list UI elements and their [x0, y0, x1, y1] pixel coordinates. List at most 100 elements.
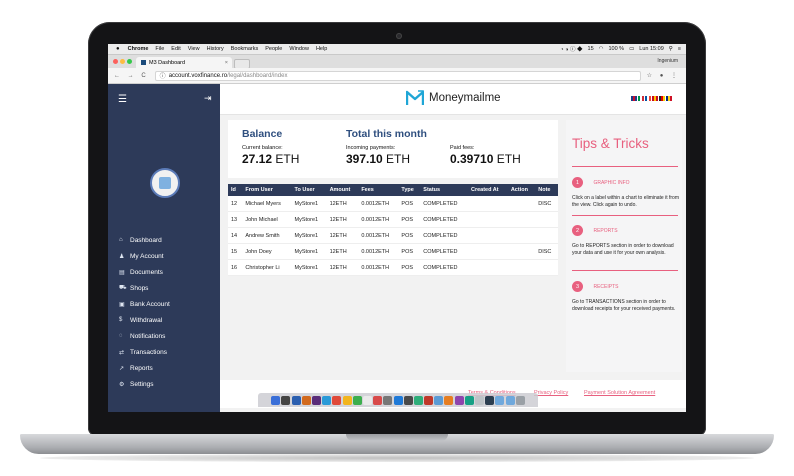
cell-action[interactable]: [507, 196, 536, 212]
menu-file[interactable]: File: [155, 46, 164, 52]
sidebar-item-reports[interactable]: ↗ Reports: [119, 360, 170, 376]
app-icon[interactable]: [393, 395, 403, 405]
table-row[interactable]: 12 Michael Myers MyStore1 12ETH 0.0012ET…: [228, 196, 558, 212]
cell-action[interactable]: [507, 227, 536, 244]
app-icon[interactable]: [352, 395, 362, 405]
flag-germany-icon[interactable]: [659, 96, 665, 101]
zoom-window-button[interactable]: [127, 59, 132, 64]
app-icon[interactable]: [434, 395, 444, 405]
finder-icon[interactable]: [271, 395, 281, 405]
minimize-window-button[interactable]: [120, 59, 125, 64]
menu-people[interactable]: People: [265, 46, 282, 52]
cell-from-user: John Michael: [242, 211, 292, 228]
app-icon[interactable]: [475, 395, 484, 405]
app-icon[interactable]: [454, 395, 464, 405]
cell-action[interactable]: [507, 243, 536, 260]
trash-icon[interactable]: [515, 395, 525, 405]
wifi-icon[interactable]: ◠: [599, 46, 604, 52]
flag-spain-icon[interactable]: [652, 96, 658, 101]
menu-bookmarks[interactable]: Bookmarks: [231, 46, 259, 52]
folder-icon[interactable]: [505, 395, 515, 405]
sidebar-item-transactions[interactable]: ⇄ Transactions: [119, 344, 170, 360]
app-icon[interactable]: [485, 395, 495, 405]
menu-view[interactable]: View: [188, 46, 200, 52]
column-type[interactable]: Type: [398, 184, 421, 196]
table-row[interactable]: 16 Christopher Li MyStore1 12ETH 0.0012E…: [228, 259, 558, 276]
column-created-at[interactable]: Created At: [467, 184, 508, 196]
profile-name[interactable]: Ingenium: [657, 58, 678, 64]
tab-close-icon[interactable]: ×: [225, 60, 228, 66]
column-status[interactable]: Status: [420, 184, 468, 196]
laptop-notch: [346, 434, 448, 441]
privacy-link[interactable]: Privacy Policy: [534, 390, 568, 396]
app-icon[interactable]: [362, 395, 372, 405]
app-icon[interactable]: [301, 395, 311, 405]
menu-icon[interactable]: ☰: [118, 94, 127, 105]
sidebar-item-documents[interactable]: ▤ Documents: [119, 264, 170, 280]
payment-agreement-link[interactable]: Payment Solution Agreement: [584, 390, 655, 396]
column-fees[interactable]: Fees: [358, 184, 399, 196]
notification-center-icon[interactable]: ≡: [678, 46, 681, 52]
app-icon[interactable]: [322, 395, 332, 405]
app-icon[interactable]: [291, 395, 301, 405]
menu-chrome[interactable]: Chrome: [128, 46, 149, 52]
flag-france-icon[interactable]: [645, 96, 651, 101]
column-from-user[interactable]: From User: [242, 184, 292, 196]
menu-window[interactable]: Window: [289, 46, 309, 52]
avatar[interactable]: [150, 168, 180, 198]
sidebar-item-shops[interactable]: ⛟ Shops: [119, 280, 170, 296]
column-amount[interactable]: Amount: [326, 184, 359, 196]
nav-buttons[interactable]: ← → C: [114, 73, 149, 79]
app-icon[interactable]: [342, 395, 352, 405]
battery-icon[interactable]: ▭: [629, 46, 634, 52]
table-row[interactable]: 14 Andrew Smith MyStore1 12ETH 0.0012ETH…: [228, 227, 558, 244]
app-icon[interactable]: [403, 395, 413, 405]
apple-icon[interactable]: ●: [116, 46, 120, 52]
column-action[interactable]: Action: [507, 184, 536, 196]
sidebar-item-bank-account[interactable]: ▣ Bank Account: [119, 296, 170, 312]
browser-tab[interactable]: M3 Dashboard ×: [136, 57, 232, 68]
cell-action[interactable]: [507, 211, 536, 228]
close-window-button[interactable]: [113, 59, 118, 64]
cell-to-user: MyStore1: [291, 196, 327, 212]
column-note[interactable]: Note: [535, 184, 558, 196]
brand-name[interactable]: Moneymailme: [429, 92, 501, 104]
logout-icon[interactable]: ⇥: [204, 93, 212, 104]
sidebar-item-dashboard[interactable]: ⌂ Dashboard: [119, 232, 170, 248]
table-row[interactable]: 13 John Michael MyStore1 12ETH 0.0012ETH…: [228, 211, 558, 228]
column-id[interactable]: Id: [228, 184, 243, 196]
sidebar-item-my-account[interactable]: ♟ My Account: [119, 248, 170, 264]
address-bar[interactable]: ⓘ account.voxfinance.ro /legal/dashboard…: [154, 70, 641, 81]
app-icon[interactable]: [383, 395, 393, 405]
sidebar-item-notifications[interactable]: ◌ Notifications: [119, 328, 170, 344]
app-icon[interactable]: [424, 395, 434, 405]
spotlight-icon[interactable]: ⚲: [669, 46, 673, 52]
sidebar-item-settings[interactable]: ⚙ Settings: [119, 376, 170, 392]
app-icon[interactable]: [312, 395, 321, 405]
app-icon[interactable]: [444, 395, 454, 405]
flag-italy-icon[interactable]: [638, 96, 644, 101]
app-icon[interactable]: [464, 395, 474, 405]
cell-action[interactable]: [507, 259, 536, 276]
brand-logo-icon[interactable]: [406, 90, 424, 106]
chat-icon: ◌: [119, 333, 123, 339]
folder-icon[interactable]: [495, 395, 505, 405]
info-icon[interactable]: ⓘ: [160, 71, 166, 80]
table-row[interactable]: 15 John Doey MyStore1 12ETH 0.0012ETH PO…: [228, 243, 558, 260]
app-icon[interactable]: [281, 395, 291, 405]
document-icon: ▤: [119, 269, 125, 276]
clock[interactable]: Lun 15:09: [639, 46, 663, 52]
menu-edit[interactable]: Edit: [171, 46, 180, 52]
flag-romania-icon[interactable]: [666, 96, 672, 101]
toolbar-icons[interactable]: ☆ ● ⋮: [647, 72, 680, 79]
sidebar-item-label: Dashboard: [130, 236, 162, 244]
cell-status: COMPLETED: [420, 196, 468, 212]
flag-uk-icon[interactable]: [631, 96, 637, 101]
app-icon[interactable]: [332, 395, 342, 405]
app-icon[interactable]: [413, 395, 423, 405]
menu-help[interactable]: Help: [316, 46, 327, 52]
sidebar-item-withdrawal[interactable]: $ Withdrawal: [119, 312, 170, 328]
column-to-user[interactable]: To User: [291, 184, 327, 196]
app-icon[interactable]: [373, 395, 383, 405]
menu-history[interactable]: History: [207, 46, 224, 52]
